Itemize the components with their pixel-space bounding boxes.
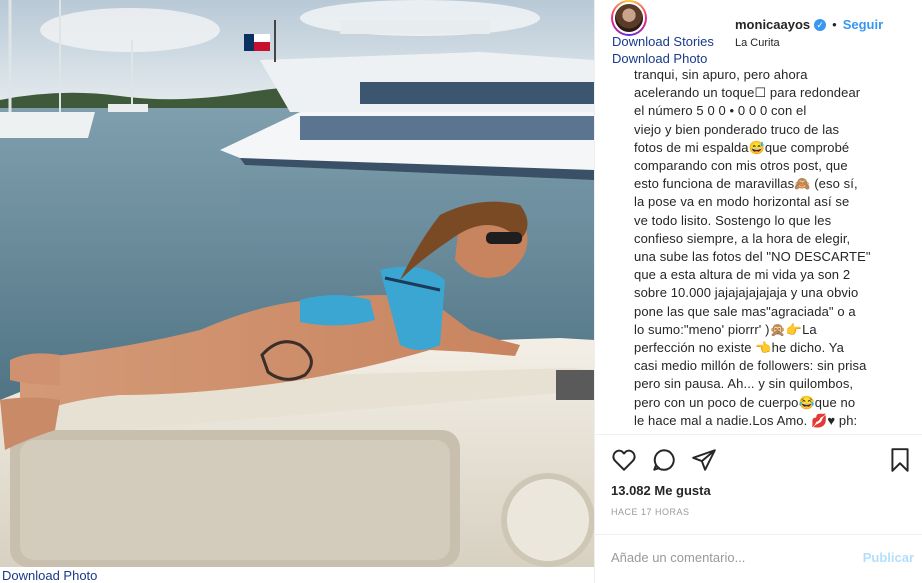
- like-count[interactable]: 13.082 Me gusta: [611, 483, 711, 498]
- caption-line: comparando con mis otros post, que: [634, 158, 848, 174]
- caption-line: sobre 10.000 jajajajajajaja y una obvio: [634, 285, 859, 301]
- username[interactable]: monicaayos: [735, 17, 810, 32]
- post-location[interactable]: La Curita: [735, 37, 780, 49]
- download-links: Download Stories Download Photo: [612, 33, 714, 67]
- post-timestamp: HACE 17 HORAS: [611, 507, 690, 517]
- caption-line: pero sin pausa. Ah... y sin quilombos,: [634, 376, 854, 392]
- caption-line: lo sumo:"meno' piorrr' )🙊👉La: [634, 321, 817, 337]
- caption-line: pero con un poco de cuerpo😂que no: [634, 394, 856, 410]
- follow-button[interactable]: Seguir: [843, 17, 883, 32]
- post-page: Download Photo Download Stories Download…: [0, 0, 922, 583]
- caption-line: pone las que sale mas"agraciada" o a: [634, 303, 856, 319]
- publish-button[interactable]: Publicar: [863, 550, 914, 565]
- download-stories-link[interactable]: Download Stories: [612, 33, 714, 50]
- caption-line: perfección no existe 👈he dicho. Ya: [634, 340, 844, 356]
- caption-line: fotos de mi espalda😅que comprobé: [634, 139, 850, 155]
- comment-input[interactable]: Añade un comentario...: [611, 550, 745, 565]
- caption-line: una sube las fotos del "NO DESCARTE": [634, 249, 871, 265]
- post-header: Download Stories Download Photo monicaay…: [595, 0, 922, 68]
- bookmark-icon[interactable]: [887, 447, 913, 473]
- caption-line: acelerando un toque☐ para redondear: [634, 85, 861, 101]
- comment-bubble-icon[interactable]: [651, 447, 677, 473]
- caption-line: le hace mal a nadie.Los Amo. 💋♥ ph:: [634, 412, 858, 428]
- heart-icon[interactable]: [611, 447, 637, 473]
- divider: [595, 534, 922, 535]
- caption-line: que a esta altura de mi vida ya son 2: [634, 267, 851, 283]
- divider: [595, 434, 922, 435]
- paper-plane-icon[interactable]: [691, 447, 717, 473]
- post-side-panel: Download Stories Download Photo monicaay…: [594, 0, 922, 583]
- avatar[interactable]: [611, 0, 647, 36]
- caption-line: la pose va en modo horizontal así se: [634, 194, 850, 210]
- caption-line: esto funciona de maravillas🙈 (eso sí,: [634, 176, 858, 192]
- action-bar: [611, 447, 915, 473]
- user-row: monicaayos ✓ • Seguir: [735, 17, 883, 32]
- post-caption: tranqui, sin apuro, pero ahora acelerand…: [634, 66, 918, 434]
- separator-dot: •: [832, 17, 837, 32]
- caption-line: casi medio millón de followers: sin pris…: [634, 358, 867, 374]
- caption-line: el número 5 0 0 • 0 0 0 con el: [634, 103, 807, 119]
- download-photo-link[interactable]: Download Photo: [612, 50, 714, 67]
- caption-line: ve todo lisito. Sostengo lo que les: [634, 212, 832, 228]
- post-photo[interactable]: [0, 0, 594, 567]
- caption-line: viejo y bien ponderado truco de las: [634, 121, 840, 137]
- verified-badge-icon: ✓: [814, 18, 827, 31]
- download-photo-link-bottom[interactable]: Download Photo: [2, 568, 97, 583]
- caption-line: confieso siempre, a la hora de elegir,: [634, 230, 851, 246]
- caption-line: tranqui, sin apuro, pero ahora: [634, 67, 808, 82]
